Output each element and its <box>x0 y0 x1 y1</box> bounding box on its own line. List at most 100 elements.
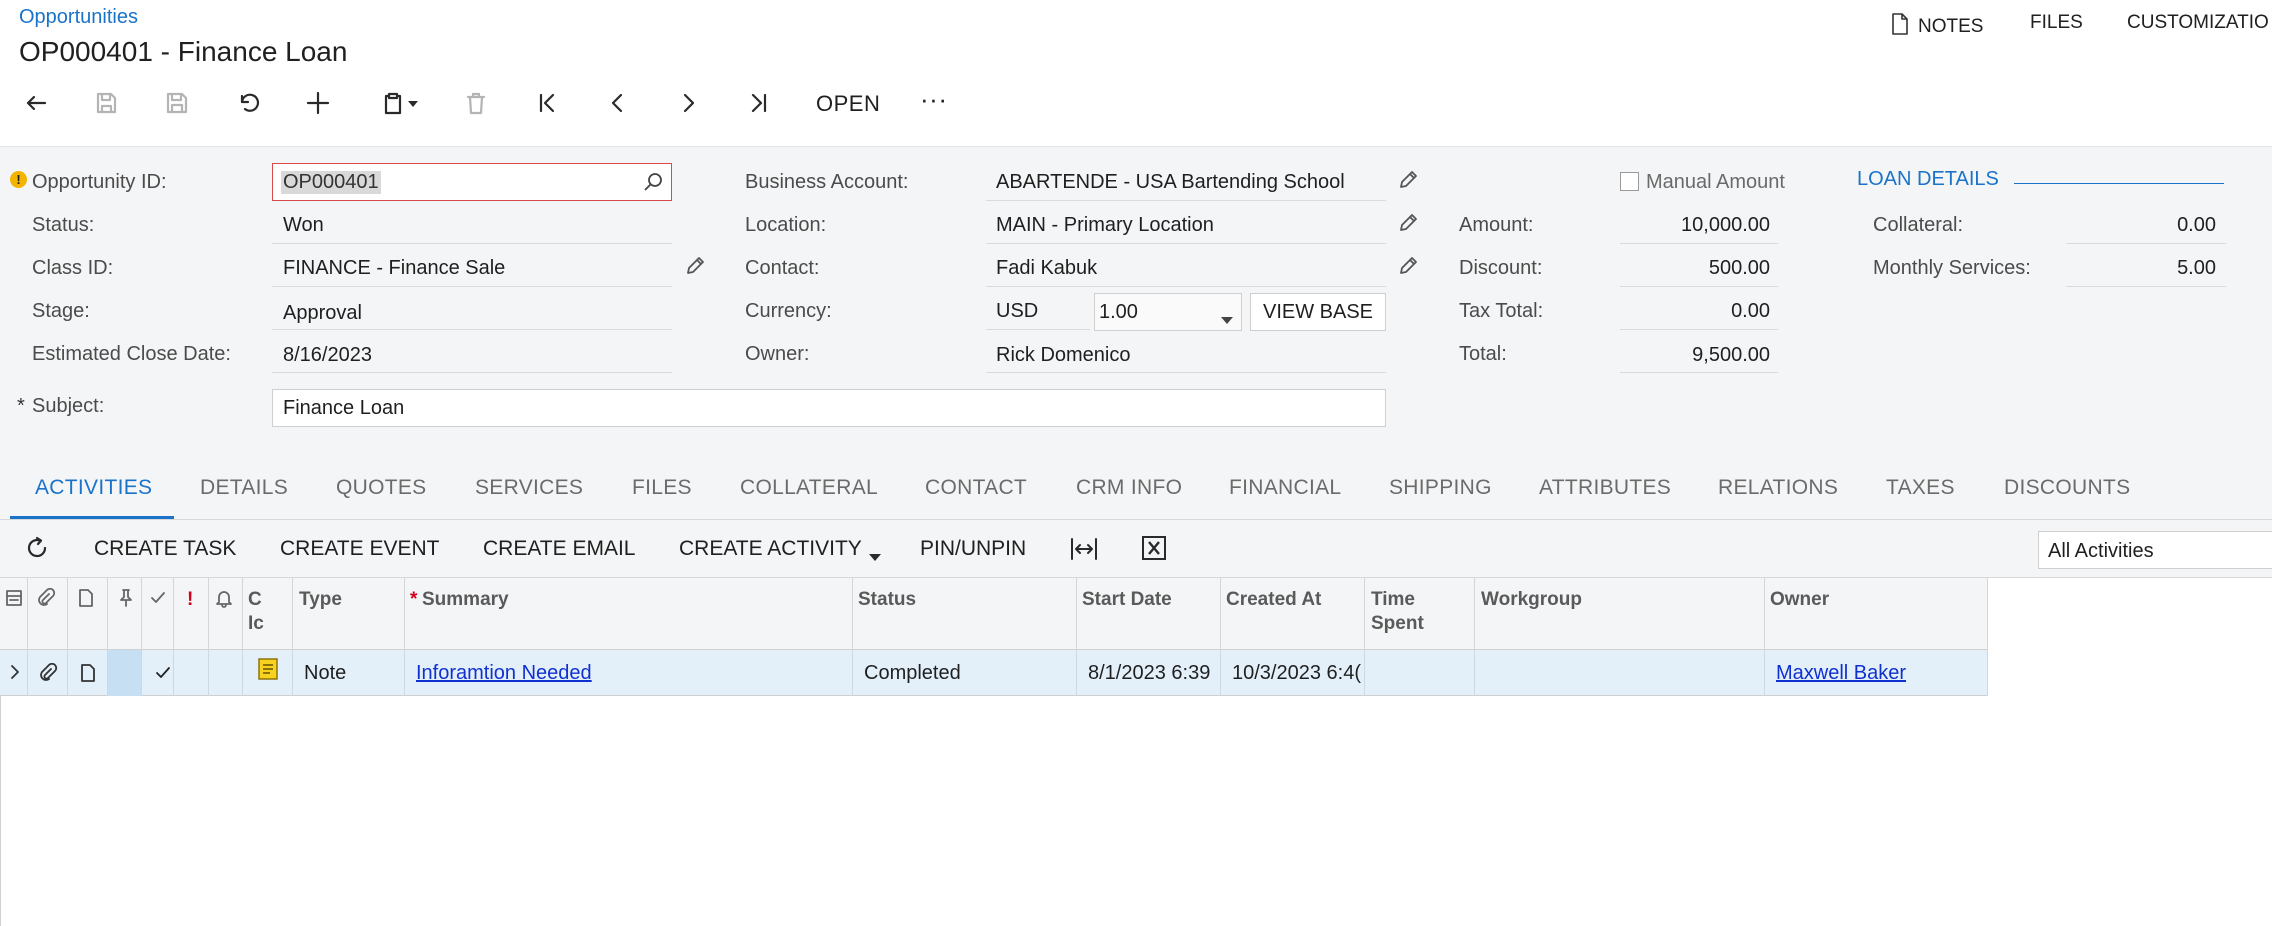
create-event-button[interactable]: CREATE EVENT <box>280 537 439 561</box>
table-row[interactable]: Note Inforamtion Needed Completed 8/1/20… <box>0 650 1988 696</box>
export-excel-icon[interactable] <box>1142 536 1166 566</box>
save-button[interactable] <box>157 86 197 120</box>
pin-icon[interactable] <box>116 588 136 614</box>
tab-financial[interactable]: FINANCIAL <box>1229 476 1341 500</box>
collateral-value: 0.00 <box>2177 214 2216 236</box>
tab-crm-info[interactable]: CRM INFO <box>1076 476 1182 500</box>
opportunity-id-input[interactable]: OP000401 <box>272 163 672 201</box>
owner-column-header[interactable]: Owner <box>1770 588 1829 612</box>
delete-button[interactable] <box>456 86 496 120</box>
pin-unpin-button[interactable]: PIN/UNPIN <box>920 537 1026 561</box>
stage-label: Stage: <box>32 300 90 322</box>
business-account-value[interactable]: ABARTENDE - USA Bartending School <box>996 171 1345 194</box>
create-activity-button[interactable]: CREATE ACTIVITY <box>679 537 862 561</box>
next-record-button[interactable] <box>668 86 708 120</box>
opportunity-form: ! Opportunity ID: OP000401 Status: Won C… <box>0 146 2272 464</box>
attachment-icon[interactable] <box>36 587 56 614</box>
row-status: Completed <box>864 662 961 684</box>
type-column-header[interactable]: Type <box>299 588 342 612</box>
subject-value: Finance Loan <box>283 397 405 419</box>
bell-icon[interactable] <box>214 588 234 614</box>
workgroup-column-header[interactable]: Workgroup <box>1481 588 1582 612</box>
checkmark-column-icon[interactable] <box>148 588 168 614</box>
refresh-icon[interactable] <box>24 536 50 568</box>
total-label: Total: <box>1459 343 1507 365</box>
caret-down-icon[interactable] <box>869 545 881 568</box>
create-email-button[interactable]: CREATE EMAIL <box>483 537 635 561</box>
time-spent-column-header[interactable]: Time Spent <box>1371 588 1424 636</box>
active-tab-indicator <box>10 516 174 519</box>
note-column-icon[interactable] <box>76 588 96 614</box>
page-header: Opportunities OP000401 - Finance Loan NO… <box>0 0 2272 146</box>
row-summary-link[interactable]: Inforamtion Needed <box>416 662 592 685</box>
stage-value[interactable]: Approval <box>283 302 362 325</box>
caret-down-icon <box>1221 308 1233 331</box>
tab-files[interactable]: FILES <box>632 476 692 500</box>
start-date-column-header[interactable]: Start Date <box>1082 588 1172 612</box>
pin-cell[interactable] <box>108 650 141 696</box>
customization-button[interactable]: CUSTOMIZATIO <box>2127 12 2269 34</box>
edit-business-account-pencil-icon[interactable] <box>1397 169 1421 193</box>
tab-shipping[interactable]: SHIPPING <box>1389 476 1492 500</box>
attachment-icon[interactable] <box>38 662 58 689</box>
contact-value[interactable]: Fadi Kabuk <box>996 257 1097 280</box>
create-task-button[interactable]: CREATE TASK <box>94 537 236 561</box>
tab-contact[interactable]: CONTACT <box>925 476 1027 500</box>
close-date-value[interactable]: 8/16/2023 <box>283 344 372 367</box>
more-actions-button[interactable]: ··· <box>920 84 947 115</box>
tab-attributes[interactable]: ATTRIBUTES <box>1539 476 1671 500</box>
notes-button[interactable]: NOTES <box>1890 12 1983 42</box>
summary-column-header[interactable]: Summary <box>422 588 509 612</box>
tab-services[interactable]: SERVICES <box>475 476 583 500</box>
notes-label: NOTES <box>1918 16 1984 37</box>
edit-class-pencil-icon[interactable] <box>684 255 708 279</box>
manual-amount-checkbox[interactable] <box>1620 172 1639 191</box>
tab-quotes[interactable]: QUOTES <box>336 476 426 500</box>
last-record-button[interactable] <box>738 86 778 120</box>
discount-label: Discount: <box>1459 257 1543 279</box>
previous-record-button[interactable] <box>598 86 638 120</box>
trash-icon <box>466 92 486 115</box>
created-at-column-header[interactable]: Created At <box>1226 588 1321 612</box>
tab-taxes[interactable]: TAXES <box>1886 476 1955 500</box>
subject-label: Subject: <box>32 395 105 417</box>
paste-menu-button[interactable] <box>370 86 430 120</box>
breadcrumb-opportunities[interactable]: Opportunities <box>19 6 138 29</box>
row-owner-link[interactable]: Maxwell Baker <box>1776 662 1906 685</box>
subject-input[interactable]: Finance Loan <box>272 389 1386 427</box>
files-column-icon[interactable] <box>4 588 24 614</box>
loan-details-heading: LOAN DETAILS <box>1857 168 1999 190</box>
location-value[interactable]: MAIN - Primary Location <box>996 214 1214 237</box>
priority-column-header[interactable]: ! <box>187 588 193 612</box>
fit-columns-icon[interactable] <box>1070 536 1098 568</box>
note-icon[interactable] <box>78 663 98 689</box>
activities-filter-select[interactable]: All Activities <box>2038 531 2272 569</box>
edit-location-pencil-icon[interactable] <box>1397 212 1421 236</box>
tab-details[interactable]: DETAILS <box>200 476 288 500</box>
currency-rate-value: 1.00 <box>1099 301 1138 323</box>
open-button[interactable]: OPEN <box>816 91 880 117</box>
add-button[interactable] <box>298 86 338 120</box>
currency-value[interactable]: USD <box>996 300 1038 323</box>
chevron-right-icon[interactable] <box>5 662 25 688</box>
class-icon-column-header[interactable]: C Ic <box>248 588 264 636</box>
files-button[interactable]: FILES <box>2030 12 2083 34</box>
tab-discounts[interactable]: DISCOUNTS <box>2004 476 2130 500</box>
search-icon[interactable] <box>643 171 665 199</box>
tab-collateral[interactable]: COLLATERAL <box>740 476 878 500</box>
tab-relations[interactable]: RELATIONS <box>1718 476 1838 500</box>
first-record-button[interactable] <box>528 86 568 120</box>
edit-contact-pencil-icon[interactable] <box>1397 255 1421 279</box>
save-close-button[interactable] <box>86 86 126 120</box>
tab-activities[interactable]: ACTIVITIES <box>35 476 152 500</box>
class-id-value[interactable]: FINANCE - Finance Sale <box>283 257 505 280</box>
owner-value[interactable]: Rick Domenico <box>996 344 1130 367</box>
status-value[interactable]: Won <box>283 214 324 237</box>
chevron-right-icon <box>683 93 695 113</box>
cancel-button[interactable] <box>228 86 268 120</box>
view-base-button[interactable]: VIEW BASE <box>1250 293 1386 331</box>
back-button[interactable] <box>16 86 56 120</box>
status-column-header[interactable]: Status <box>858 588 916 612</box>
row-type: Note <box>304 662 347 684</box>
currency-rate-select[interactable]: 1.00 <box>1094 293 1242 331</box>
